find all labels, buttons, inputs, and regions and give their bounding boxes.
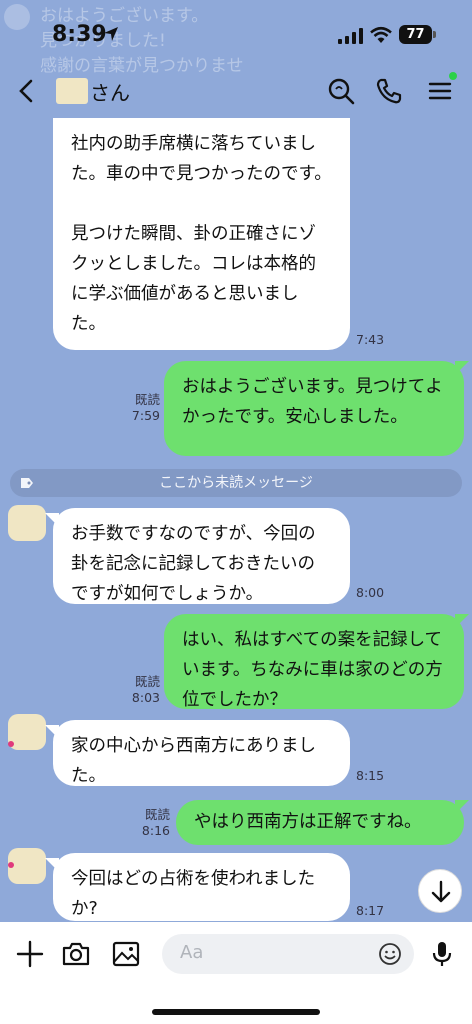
message-time: 8:16 bbox=[141, 823, 170, 838]
arrow-down-icon bbox=[431, 880, 451, 903]
scroll-to-bottom-button[interactable] bbox=[418, 869, 462, 913]
unread-divider: ここから未読メッセージ bbox=[10, 469, 462, 497]
message-bubble-incoming[interactable]: 今回はどの占術を使われましたか? bbox=[53, 853, 350, 921]
plus-icon[interactable] bbox=[14, 938, 46, 970]
message-time: 8:15 bbox=[356, 768, 385, 783]
read-receipt: 既読 8:03 bbox=[118, 674, 160, 706]
contact-name-redaction bbox=[56, 78, 88, 104]
location-arrow-icon bbox=[104, 27, 118, 41]
phone-icon[interactable] bbox=[374, 76, 404, 106]
home-indicator bbox=[152, 1009, 320, 1015]
read-receipt: 既読 7:59 bbox=[118, 392, 160, 424]
message-time: 8:00 bbox=[356, 585, 385, 600]
menu-icon[interactable] bbox=[425, 76, 455, 106]
battery-indicator: 77 bbox=[399, 25, 436, 44]
notification-dot bbox=[449, 72, 457, 80]
search-icon[interactable] bbox=[326, 76, 356, 106]
message-time: 8:17 bbox=[356, 903, 385, 918]
message-time: 7:43 bbox=[356, 332, 385, 347]
image-icon[interactable] bbox=[110, 938, 142, 970]
read-label: 既読 bbox=[144, 807, 170, 822]
emoji-icon[interactable] bbox=[378, 942, 402, 966]
avatar[interactable] bbox=[8, 505, 46, 541]
message-bubble-outgoing[interactable]: はい、私はすべての案を記録しています。ちなみに車は家のどの方位でしたか？ bbox=[164, 614, 464, 710]
contact-name[interactable]: さん bbox=[90, 77, 130, 106]
message-bubble-incoming[interactable]: 社内の助手席横に落ちていました。車の中で見つかったのです。 見つけた瞬間、卦の正… bbox=[53, 118, 350, 350]
microphone-icon[interactable] bbox=[426, 938, 458, 970]
read-label: 既読 bbox=[134, 674, 160, 689]
message-bubble-outgoing[interactable]: やはり西南方は正解ですね。 bbox=[176, 800, 464, 845]
message-bubble-incoming[interactable]: 家の中心から西南方にありました。 bbox=[53, 720, 350, 786]
back-icon[interactable] bbox=[12, 76, 42, 106]
camera-icon[interactable] bbox=[60, 938, 92, 970]
input-bar bbox=[0, 922, 472, 1024]
message-input[interactable] bbox=[180, 942, 360, 963]
avatar-badge bbox=[8, 862, 14, 868]
status-time: 8:39 bbox=[52, 22, 107, 47]
status-bar: 8:39 77 bbox=[0, 0, 472, 64]
chat-header: さん bbox=[0, 64, 472, 118]
wifi-icon bbox=[370, 26, 392, 43]
message-time: 8:03 bbox=[131, 690, 160, 705]
read-receipt: 既読 8:16 bbox=[128, 807, 170, 839]
read-label: 既読 bbox=[134, 392, 160, 407]
signal-icon bbox=[338, 28, 363, 44]
message-bubble-outgoing[interactable]: おはようございます。見つけてよかったです。安心しました。 bbox=[164, 361, 464, 456]
message-bubble-incoming[interactable]: お手数ですなのですが、今回の卦を記念に記録しておきたいのですが如何でしょうか。 bbox=[53, 508, 350, 604]
unread-divider-label: ここから未読メッセージ bbox=[159, 475, 313, 491]
message-time: 7:59 bbox=[131, 408, 160, 423]
tag-icon bbox=[21, 478, 33, 488]
avatar-badge bbox=[8, 741, 14, 747]
message-composer[interactable] bbox=[162, 934, 414, 974]
